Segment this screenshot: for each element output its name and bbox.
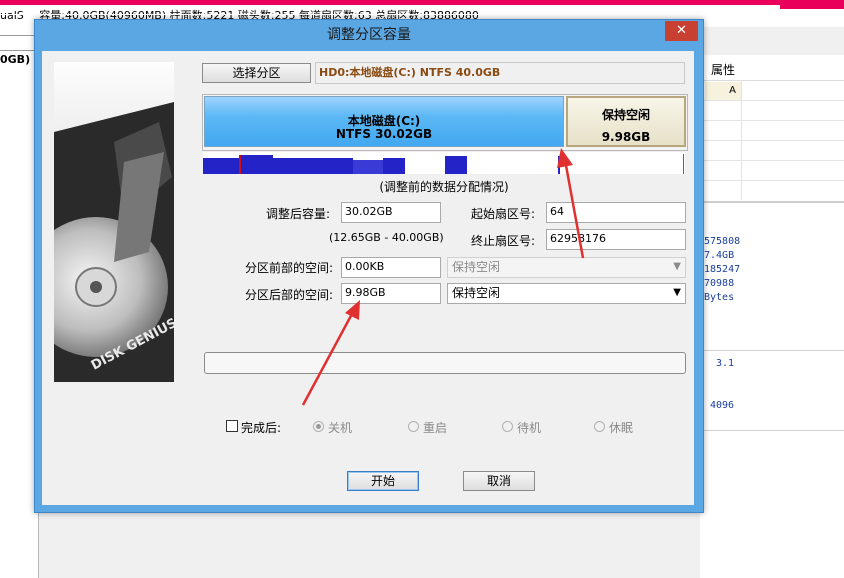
arrow-head-icon	[345, 300, 360, 320]
annotation-arrow-free-space	[563, 159, 585, 259]
arrow-head-icon	[557, 148, 573, 168]
annotation-arrow-back-space	[301, 311, 355, 406]
annotation-arrows	[301, 148, 585, 406]
